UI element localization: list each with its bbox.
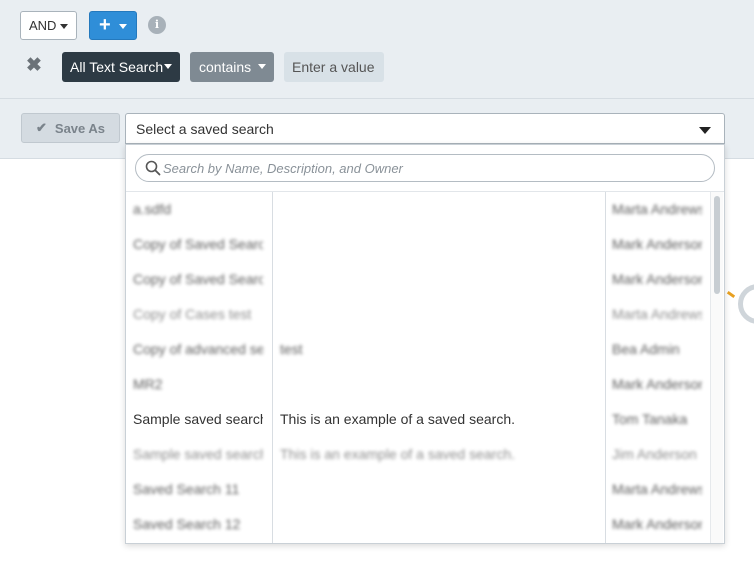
loading-spinner-icon (738, 284, 754, 324)
field-select[interactable]: All Text Search (62, 52, 180, 82)
saved-search-filter-input[interactable]: Search by Name, Description, and Owner (135, 154, 715, 182)
info-icon[interactable]: i (148, 16, 166, 34)
operator-select[interactable]: contains (190, 52, 274, 82)
row-description: This is an example of a saved search. (280, 411, 516, 427)
plus-icon: + (99, 14, 111, 36)
row-name: Copy of Saved Search (133, 271, 263, 287)
row-name: Copy of advanced search (133, 341, 263, 357)
remove-condition-icon[interactable]: ✖ (26, 56, 44, 75)
saved-search-row[interactable]: Copy of advanced search test Bea Admin (126, 332, 712, 367)
row-owner: Bea Admin (612, 341, 680, 357)
row-owner: Marta Andrews (612, 201, 702, 217)
saved-search-select-label: Select a saved search (136, 120, 274, 137)
row-name: Saved Search 11 (133, 481, 240, 497)
row-name: Saved Search 12 (133, 516, 241, 532)
operator-select-label: contains (199, 59, 252, 75)
saved-search-row[interactable]: Copy of Saved Search Mark Anderson (126, 262, 712, 297)
saved-search-row[interactable]: Saved Search 11 Marta Andrews (126, 472, 712, 507)
query-builder-area: AND + i ✖ All Text Search contains Enter… (0, 0, 754, 159)
results-scrollbar[interactable] (710, 192, 723, 543)
field-select-label: All Text Search (70, 59, 164, 75)
chevron-down-icon (164, 64, 172, 69)
saved-search-row[interactable]: Sample saved search This is an example o… (126, 437, 712, 472)
chevron-down-icon (119, 24, 127, 29)
saved-search-row[interactable]: MR2 Mark Anderson (126, 367, 712, 402)
scrollbar-thumb[interactable] (714, 196, 720, 294)
row-name: Copy of Saved Search (133, 236, 263, 252)
row-owner: Mark Anderson (612, 236, 702, 252)
row-owner: Mark Anderson (612, 376, 702, 392)
row-name: Sample saved search (133, 411, 263, 427)
row-name: Copy of Cases test (133, 306, 252, 322)
chevron-down-icon (60, 24, 68, 29)
pencil-icon (726, 290, 736, 299)
saved-search-dropdown: Search by Name, Description, and Owner a… (125, 144, 725, 544)
value-input-placeholder: Enter a value (292, 59, 375, 75)
check-icon: ✔ (36, 120, 47, 135)
save-as-button[interactable]: ✔ Save As (21, 113, 120, 143)
row-owner: Tom Tanaka (612, 411, 688, 427)
row-owner: Mark Anderson (612, 271, 702, 287)
row-name: MR2 (133, 376, 163, 392)
row-owner: Marta Andrews (612, 481, 702, 497)
search-icon (145, 160, 161, 176)
saved-search-row[interactable]: a.sdfd Marta Andrews (126, 192, 712, 227)
saved-search-select[interactable]: Select a saved search (125, 113, 725, 144)
conjunction-label: AND (29, 18, 57, 33)
saved-search-row[interactable]: Saved Search 12 Mark Anderson (126, 507, 712, 542)
row-owner: Mark Anderson (612, 516, 702, 532)
saved-search-row[interactable]: Copy of Cases test Marta Andrews (126, 297, 712, 332)
chevron-down-icon (699, 127, 711, 134)
value-input[interactable]: Enter a value (284, 52, 384, 82)
section-divider (0, 98, 754, 99)
saved-search-row[interactable]: Sample saved search This is an example o… (126, 402, 712, 437)
save-as-label: Save As (54, 120, 106, 136)
row-owner: Jim Anderson (612, 446, 697, 462)
saved-search-row[interactable]: Copy of Saved Search Mark Anderson (126, 227, 712, 262)
row-description: test (280, 341, 303, 357)
add-condition-button[interactable]: + (89, 11, 137, 40)
row-owner: Marta Andrews (612, 306, 702, 322)
conjunction-select[interactable]: AND (20, 11, 77, 40)
chevron-down-icon (258, 64, 266, 69)
row-name: a.sdfd (133, 201, 172, 217)
saved-search-filter-placeholder: Search by Name, Description, and Owner (163, 161, 403, 176)
row-name: Sample saved search (133, 446, 263, 462)
saved-search-results: a.sdfd Marta Andrews Copy of Saved Searc… (126, 191, 724, 543)
row-description: This is an example of a saved search. (280, 446, 516, 462)
